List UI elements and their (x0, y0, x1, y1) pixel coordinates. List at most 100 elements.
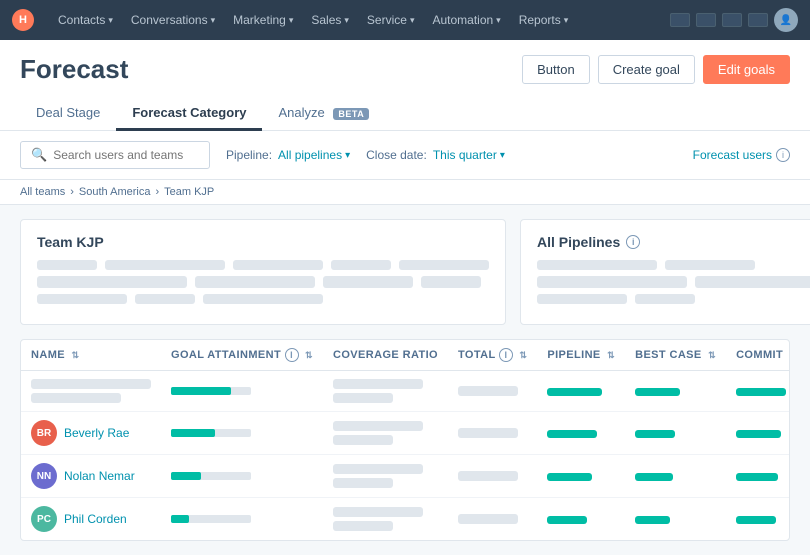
th-goal[interactable]: GOAL ATTAINMENT i ⇅ (161, 340, 323, 371)
td-goal-beverly (161, 412, 323, 455)
all-pipelines-card-title: All Pipelines i (537, 234, 810, 250)
close-date-value[interactable]: This quarter ▾ (433, 148, 505, 162)
table-row: NN Nolan Nemar (21, 455, 790, 498)
main-content: Team KJP All (0, 205, 810, 555)
topnav-right: 👤 (670, 8, 798, 32)
close-date-label: Close date: (366, 148, 427, 162)
page-title: Forecast (20, 54, 128, 85)
avatar-nolan: NN (31, 463, 57, 489)
nav-automation[interactable]: Automation▾ (424, 9, 508, 31)
search-icon: 🔍 (31, 147, 47, 163)
nav-box-2[interactable] (696, 13, 716, 27)
data-table: NAME ⇅ GOAL ATTAINMENT i ⇅ COVERAGE RATI… (21, 340, 790, 540)
table-header-row: NAME ⇅ GOAL ATTAINMENT i ⇅ COVERAGE RATI… (21, 340, 790, 371)
nav-box-3[interactable] (722, 13, 742, 27)
breadcrumb-sep-2: › (155, 186, 159, 198)
avatar-phil: PC (31, 506, 57, 532)
td-total-0 (448, 371, 537, 412)
th-name[interactable]: NAME ⇅ (21, 340, 161, 371)
td-name-nolan: NN Nolan Nemar (21, 455, 161, 498)
td-commit-0 (726, 371, 790, 412)
create-goal-button[interactable]: Create goal (598, 55, 695, 84)
th-total[interactable]: TOTAL i ⇅ (448, 340, 537, 371)
username-phil[interactable]: Phil Corden (64, 512, 127, 526)
nav-contacts[interactable]: Contacts▾ (50, 9, 121, 31)
hubspot-logo[interactable]: H (12, 9, 34, 31)
user-avatar[interactable]: 👤 (774, 8, 798, 32)
td-goal-0 (161, 371, 323, 412)
td-best-beverly (625, 412, 726, 455)
sort-name-icon: ⇅ (71, 350, 79, 360)
nav-items: Contacts▾ Conversations▾ Marketing▾ Sale… (50, 9, 654, 31)
sort-goal-icon: ⇅ (305, 350, 313, 360)
nav-marketing[interactable]: Marketing▾ (225, 9, 301, 31)
team-kjp-card-title: Team KJP (37, 234, 489, 250)
table-row: PC Phil Corden (21, 498, 790, 541)
nav-service[interactable]: Service▾ (359, 9, 423, 31)
tabs: Deal Stage Forecast Category Analyze BET… (20, 97, 790, 130)
edit-goals-button[interactable]: Edit goals (703, 55, 790, 84)
username-nolan[interactable]: Nolan Nemar (64, 469, 135, 483)
nav-box-1[interactable] (670, 13, 690, 27)
avatar-beverly: BR (31, 420, 57, 446)
td-best-0 (625, 371, 726, 412)
td-name-beverly: BR Beverly Rae (21, 412, 161, 455)
td-commit-phil (726, 498, 790, 541)
td-pipeline-phil (537, 498, 625, 541)
sort-total-icon: ⇅ (519, 350, 527, 360)
nav-sales[interactable]: Sales▾ (303, 9, 357, 31)
close-date-arrow: ▾ (500, 150, 505, 161)
pipeline-filter: Pipeline: All pipelines ▾ (226, 148, 350, 162)
toolbar: 🔍 Pipeline: All pipelines ▾ Close date: … (0, 131, 810, 180)
analyze-badge: BETA (333, 108, 369, 120)
team-kjp-card: Team KJP (20, 219, 506, 325)
td-total-nolan (448, 455, 537, 498)
nav-reports[interactable]: Reports▾ (511, 9, 577, 31)
pipeline-arrow: ▾ (345, 150, 350, 161)
td-coverage-beverly (323, 412, 448, 455)
th-commit[interactable]: COMMIT ⇅ (726, 340, 790, 371)
table-row: BR Beverly Rae (21, 412, 790, 455)
nav-conversations[interactable]: Conversations▾ (123, 9, 223, 31)
tab-deal-stage[interactable]: Deal Stage (20, 97, 116, 131)
pipeline-label: Pipeline: (226, 148, 272, 162)
td-best-nolan (625, 455, 726, 498)
search-input[interactable] (53, 148, 199, 162)
username-beverly[interactable]: Beverly Rae (64, 426, 129, 440)
pipeline-value[interactable]: All pipelines ▾ (278, 148, 350, 162)
td-coverage-nolan (323, 455, 448, 498)
breadcrumb-sep-1: › (70, 186, 74, 198)
goal-info-icon: i (285, 348, 299, 362)
button-btn[interactable]: Button (522, 55, 590, 84)
breadcrumb-all-teams[interactable]: All teams (20, 186, 65, 198)
search-box[interactable]: 🔍 (20, 141, 210, 169)
pipelines-info-icon: i (626, 235, 640, 249)
th-pipeline[interactable]: PIPELINE ⇅ (537, 340, 625, 371)
cards-row: Team KJP All (20, 219, 790, 325)
breadcrumb-south-america[interactable]: South America (79, 186, 151, 198)
td-name-0 (21, 371, 161, 412)
td-commit-beverly (726, 412, 790, 455)
td-coverage-0 (323, 371, 448, 412)
close-date-filter: Close date: This quarter ▾ (366, 148, 505, 162)
tab-analyze[interactable]: Analyze BETA (262, 97, 385, 131)
nav-box-4[interactable] (748, 13, 768, 27)
page-header: Forecast Button Create goal Edit goals D… (0, 40, 810, 131)
td-pipeline-beverly (537, 412, 625, 455)
td-pipeline-nolan (537, 455, 625, 498)
sort-best-icon: ⇅ (708, 350, 716, 360)
table-row: ✏️ (21, 371, 790, 412)
all-pipelines-card: All Pipelines i (520, 219, 810, 325)
th-coverage[interactable]: COVERAGE RATIO (323, 340, 448, 371)
td-best-phil (625, 498, 726, 541)
header-buttons: Button Create goal Edit goals (522, 55, 790, 84)
td-total-phil (448, 498, 537, 541)
td-coverage-phil (323, 498, 448, 541)
data-table-container: NAME ⇅ GOAL ATTAINMENT i ⇅ COVERAGE RATI… (20, 339, 790, 541)
total-info-icon: i (499, 348, 513, 362)
forecast-users-link[interactable]: Forecast users i (693, 148, 790, 162)
th-best-case[interactable]: BEST CASE ⇅ (625, 340, 726, 371)
tab-forecast-category[interactable]: Forecast Category (116, 97, 262, 131)
breadcrumb-team-kjp[interactable]: Team KJP (164, 186, 214, 198)
td-goal-nolan (161, 455, 323, 498)
